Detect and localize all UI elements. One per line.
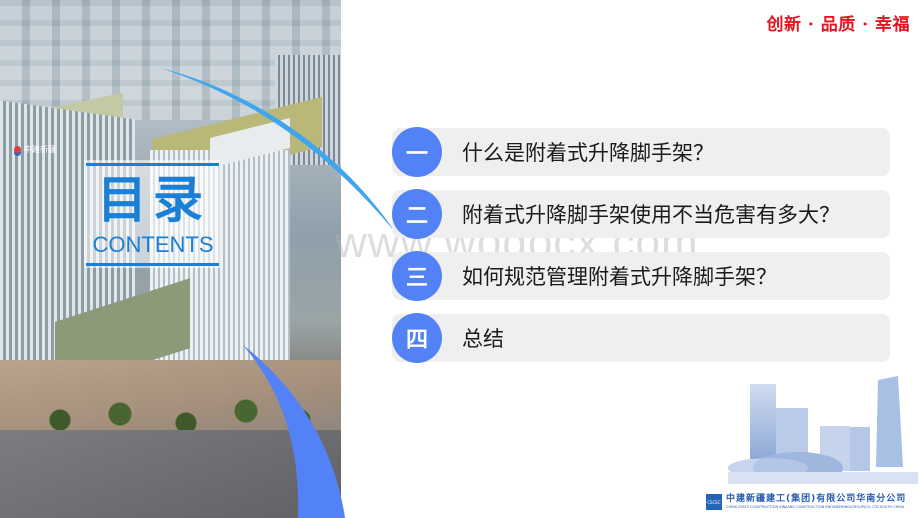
tower-4 xyxy=(850,427,870,471)
toc-item-1[interactable]: 一 什么是附着式升降脚手架？ xyxy=(392,127,890,177)
title-rule-top xyxy=(86,163,219,166)
ground xyxy=(728,472,918,484)
toc-number-badge: 一 xyxy=(392,127,442,177)
tower-2 xyxy=(776,408,808,458)
road xyxy=(0,430,341,518)
sign-logo-icon xyxy=(14,145,21,153)
company-logo: CSCEC 中建新疆建工(集团)有限公司华南分公司 CHINA STATE CO… xyxy=(706,492,918,512)
company-names: 中建新疆建工(集团)有限公司华南分公司 CHINA STATE CONSTRUC… xyxy=(726,494,906,510)
title-rule-bottom xyxy=(86,263,219,266)
company-buildings-illustration xyxy=(728,376,918,484)
toc-item-3[interactable]: 三 如何规范管理附着式升降脚手架？ xyxy=(392,251,890,301)
page-subtitle: CONTENTS xyxy=(92,232,214,257)
toc-item-2[interactable]: 二 附着式升降脚手架使用不当危害有多大？ xyxy=(392,189,890,239)
tower-5 xyxy=(876,376,903,467)
building-sign-text: 中建新疆 xyxy=(24,144,56,154)
toc-item-label: 什么是附着式升降脚手架？ xyxy=(462,141,714,165)
company-logo-icon: CSCEC xyxy=(706,494,722,510)
toc-number-badge: 二 xyxy=(392,189,442,239)
toc-number-badge: 四 xyxy=(392,313,442,363)
tower-1 xyxy=(750,384,776,459)
toc-number-badge: 三 xyxy=(392,251,442,301)
company-name-en: CHINA STATE CONSTRUCTION XINJIANG CONSTR… xyxy=(726,505,905,509)
toc-item-label: 如何规范管理附着式升降脚手架？ xyxy=(462,265,777,289)
toc-item-label: 总结 xyxy=(462,327,504,351)
toc-item-label: 附着式升降脚手架使用不当危害有多大？ xyxy=(462,203,840,227)
building-sign: 中建新疆 xyxy=(14,143,64,155)
toc-item-4[interactable]: 四 总结 xyxy=(392,313,890,363)
page-title: 目录 xyxy=(97,171,209,229)
company-name-cn: 中建新疆建工(集团)有限公司华南分公司 xyxy=(726,494,907,504)
tagline: 创新 · 品质 · 幸福 xyxy=(766,15,910,35)
